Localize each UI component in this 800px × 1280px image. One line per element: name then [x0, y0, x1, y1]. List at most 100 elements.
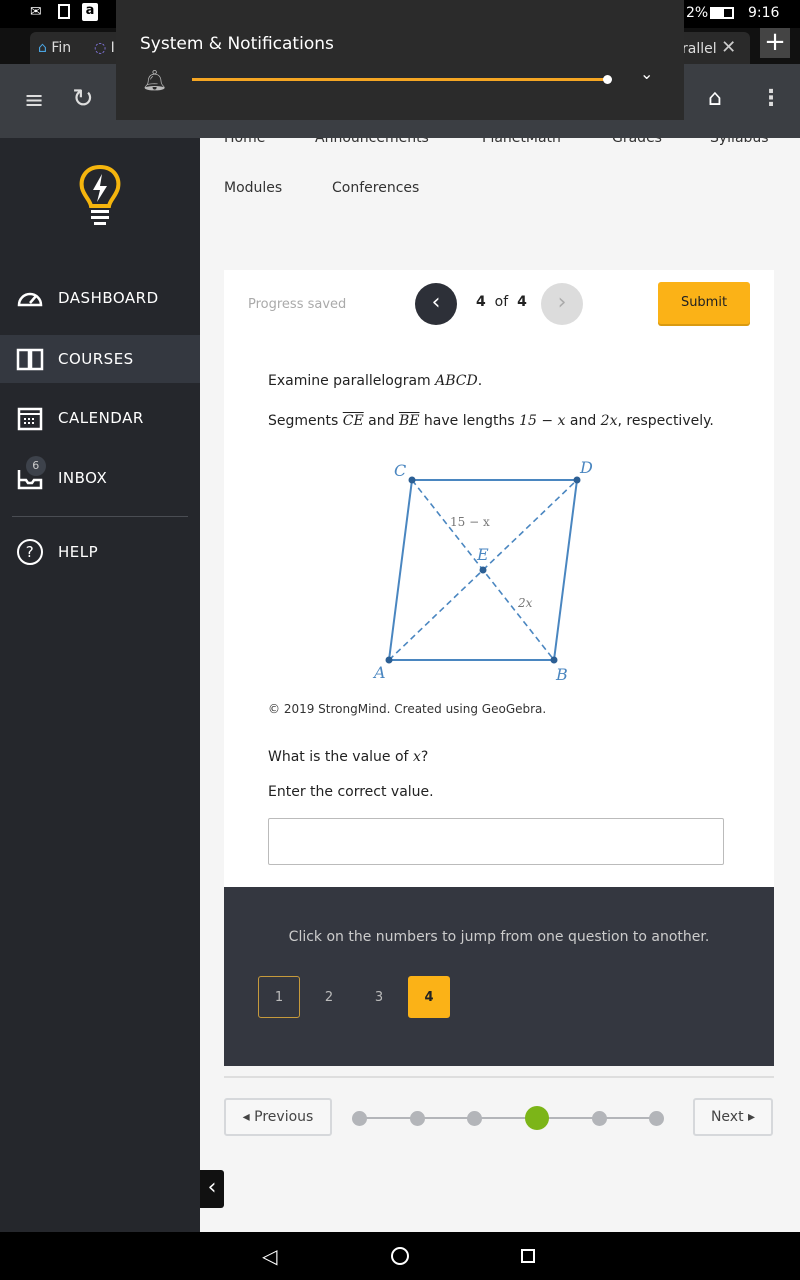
- math-length-be: 2x: [600, 413, 618, 429]
- image-credit: © 2019 StrongMind. Created using GeoGebr…: [268, 702, 547, 716]
- progress-status: Progress saved: [248, 297, 347, 312]
- calendar-icon: [16, 404, 44, 432]
- clock: 9:16: [748, 5, 780, 21]
- home-circle-icon[interactable]: [391, 1247, 409, 1265]
- sidebar-item-label: CALENDAR: [58, 409, 144, 427]
- question-label: What is the value of: [268, 749, 413, 765]
- tab-title: Fin: [51, 40, 72, 56]
- step-dot[interactable]: [649, 1111, 664, 1126]
- mail-icon: ✉: [30, 4, 42, 20]
- label-b: B: [555, 665, 568, 684]
- point-c: [408, 476, 416, 484]
- previous-button[interactable]: ◂ Previous: [224, 1098, 332, 1136]
- slider-thumb[interactable]: [603, 75, 612, 84]
- home-icon[interactable]: ⌂: [708, 86, 722, 111]
- toolbar-edge: [200, 120, 800, 138]
- label-d: D: [579, 458, 593, 477]
- prompt-text: , respectively.: [617, 413, 714, 429]
- step-dot[interactable]: [410, 1111, 425, 1126]
- tab-title: rallel: [682, 41, 717, 57]
- sidebar-item-inbox[interactable]: 6 INBOX: [0, 454, 200, 502]
- close-tab-icon[interactable]: ✕: [721, 37, 736, 58]
- prompt-text: and: [565, 413, 601, 429]
- collapse-sidebar-button[interactable]: ‹: [200, 1170, 224, 1208]
- question-number-4[interactable]: 4: [408, 976, 450, 1018]
- point-a: [385, 656, 393, 664]
- recents-icon[interactable]: [521, 1249, 535, 1263]
- step-dot[interactable]: [352, 1111, 367, 1126]
- math-abcd: ABCD: [435, 373, 478, 389]
- sidebar-item-label: INBOX: [58, 469, 108, 487]
- point-b: [550, 656, 558, 664]
- nav-modules[interactable]: Modules: [224, 180, 282, 196]
- step-dot-current[interactable]: [525, 1106, 549, 1130]
- prompt-text: Segments: [268, 413, 343, 429]
- question-number-2[interactable]: 2: [308, 976, 350, 1018]
- submit-button[interactable]: Submit: [658, 282, 750, 324]
- volume-slider[interactable]: [192, 75, 612, 84]
- bell-icon: 🔔︎: [142, 68, 168, 92]
- prompt-line-2: Segments CE and BE have lengths 15 − x a…: [268, 413, 714, 429]
- math-length-ce: 15 − x: [519, 413, 566, 429]
- point-e: [479, 566, 487, 574]
- next-question-button[interactable]: ›: [541, 283, 583, 325]
- label-c: C: [394, 461, 406, 480]
- photo-icon: [58, 4, 70, 19]
- parallelogram-diagram: A B C D E 15 − x 2x: [372, 458, 593, 684]
- instruction-text: Enter the correct value.: [268, 784, 434, 800]
- back-icon[interactable]: ◁: [262, 1244, 277, 1268]
- battery-percent: 2%: [686, 5, 709, 21]
- battery-icon: [710, 7, 734, 19]
- sidebar-item-help[interactable]: ? HELP: [0, 528, 200, 576]
- sidebar-item-label: COURSES: [58, 350, 134, 368]
- chevron-down-icon[interactable]: ⌄: [640, 64, 653, 83]
- label-e: E: [476, 545, 489, 564]
- android-nav-bar: ◁: [0, 1232, 800, 1280]
- answer-input[interactable]: [268, 818, 724, 865]
- notification-volume-panel: System & Notifications 🔔︎ ⌄: [116, 0, 684, 120]
- new-tab-button[interactable]: +: [760, 28, 790, 58]
- quiz-card: Progress saved ‹ 4 of 4 › Submit Examine…: [224, 270, 774, 887]
- bank-icon: ⌂: [38, 40, 47, 56]
- sidebar-item-calendar[interactable]: CALENDAR: [0, 394, 200, 442]
- book-icon: [16, 345, 44, 373]
- total-questions: 4: [517, 294, 527, 310]
- loading-icon: ◌: [94, 40, 107, 56]
- tab-title: I: [110, 40, 115, 56]
- label-be-length: 2x: [517, 596, 533, 610]
- prompt-punct: .: [477, 373, 483, 389]
- question-number-1[interactable]: 1: [258, 976, 300, 1018]
- prompt-line-1: Examine parallelogram ABCD.: [268, 373, 482, 389]
- label-ce-length: 15 − x: [450, 515, 490, 529]
- question-text: What is the value of x?: [268, 749, 428, 765]
- of-label: of: [494, 294, 509, 310]
- next-button[interactable]: Next ▸: [693, 1098, 773, 1136]
- menu-icon[interactable]: ≡: [24, 86, 44, 114]
- panel-title: System & Notifications: [140, 34, 334, 54]
- previous-question-button[interactable]: ‹: [415, 283, 457, 325]
- divider: [224, 1076, 774, 1078]
- math-segment-ce: CE: [342, 413, 364, 429]
- reload-icon[interactable]: ↻: [72, 84, 94, 114]
- help-icon: ?: [16, 538, 44, 566]
- sidebar: DASHBOARD COURSES CALENDAR 6 INBOX ? HELP: [0, 138, 200, 1232]
- current-question: 4: [476, 294, 486, 310]
- amazon-icon: a: [82, 3, 98, 21]
- more-menu-icon[interactable]: ⋮: [760, 86, 782, 111]
- step-dot[interactable]: [592, 1111, 607, 1126]
- step-dot[interactable]: [467, 1111, 482, 1126]
- nav-conferences[interactable]: Conferences: [332, 180, 419, 196]
- question-jump-panel: Click on the numbers to jump from one qu…: [224, 887, 774, 1066]
- sidebar-item-label: HELP: [58, 543, 99, 561]
- step-track: [360, 1117, 657, 1119]
- speedometer-icon: [16, 284, 44, 312]
- sidebar-item-label: DASHBOARD: [58, 289, 159, 307]
- inbox-icon: 6: [16, 456, 46, 492]
- sidebar-item-dashboard[interactable]: DASHBOARD: [0, 274, 200, 322]
- question-number-3[interactable]: 3: [358, 976, 400, 1018]
- math-segment-be: BE: [398, 413, 420, 429]
- inbox-badge: 6: [26, 456, 46, 476]
- math-x: x: [412, 749, 421, 765]
- sidebar-divider: [12, 516, 188, 517]
- sidebar-item-courses[interactable]: COURSES: [0, 335, 200, 383]
